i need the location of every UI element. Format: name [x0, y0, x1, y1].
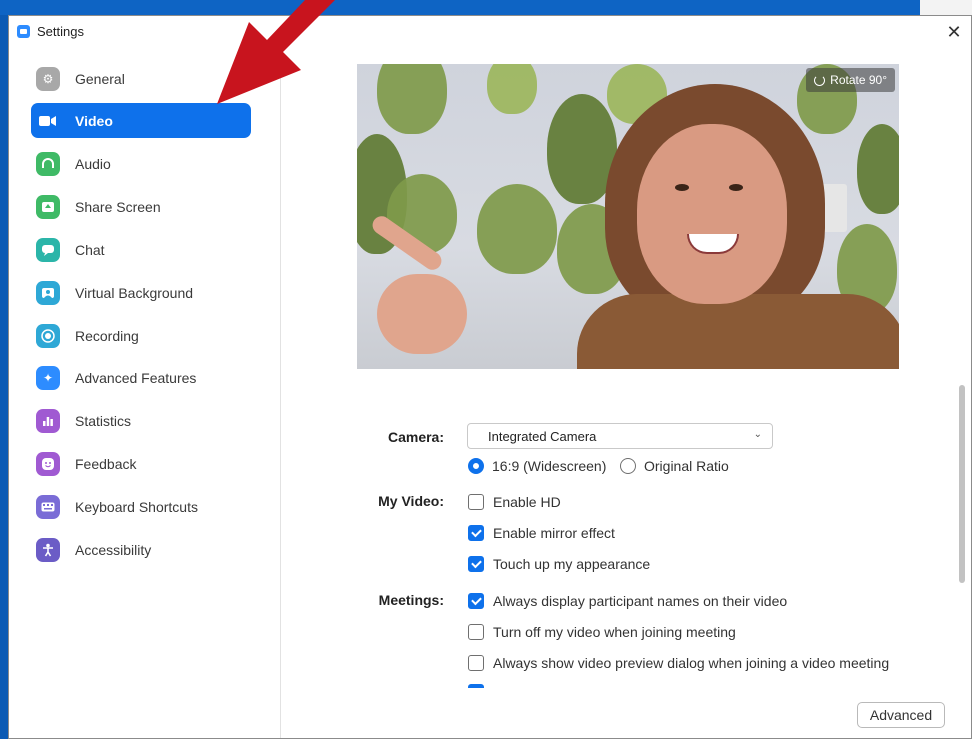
sidebar-item-label: Video: [75, 112, 113, 129]
sidebar-item-accessibility[interactable]: Accessibility: [31, 532, 251, 567]
sidebar-item-advanced-features[interactable]: ✦ Advanced Features: [31, 360, 251, 395]
sidebar-item-recording[interactable]: Recording: [31, 318, 251, 353]
rotate-label: Rotate 90°: [830, 73, 887, 87]
meetings-label: Meetings:: [378, 592, 444, 608]
sidebar-item-label: Recording: [75, 327, 139, 344]
video-preview-option[interactable]: Always show video preview dialog when jo…: [468, 655, 889, 671]
rotate-icon: [814, 74, 826, 86]
wallpaper-cactus: [377, 64, 447, 134]
share-screen-icon: [36, 194, 60, 219]
radio-label: 16:9 (Widescreen): [492, 458, 607, 474]
sidebar-item-label: Accessibility: [75, 541, 152, 558]
title-bar: Settings ✕: [9, 16, 971, 48]
sidebar-item-virtual-background[interactable]: Virtual Background: [31, 275, 251, 310]
wallpaper-cactus: [477, 184, 557, 274]
wallpaper-cactus: [487, 64, 537, 114]
sparkle-icon: ✦: [36, 365, 60, 390]
wallpaper-cactus: [857, 124, 899, 214]
chevron-down-icon: ⌄: [753, 429, 762, 440]
scrollbar-thumb[interactable]: [959, 385, 965, 583]
checkbox-label: Touch up my appearance: [493, 556, 651, 572]
sidebar-item-label: Statistics: [75, 412, 132, 429]
rotate-button[interactable]: Rotate 90°: [806, 68, 895, 92]
sidebar-item-label: Keyboard Shortcuts: [75, 498, 198, 515]
person-face: [637, 124, 787, 304]
person-shirt: [577, 294, 899, 369]
bar-chart-icon: [36, 408, 60, 433]
sidebar-item-label: Audio: [75, 155, 111, 172]
checkbox-label: Enable HD: [493, 494, 561, 510]
sidebar-item-keyboard-shortcuts[interactable]: Keyboard Shortcuts: [31, 489, 251, 524]
checkbox-label: Turn off my video when joining meeting: [493, 624, 736, 640]
person-eye: [675, 184, 689, 191]
sidebar-item-statistics[interactable]: Statistics: [31, 403, 251, 438]
sidebar-item-label: Feedback: [75, 455, 137, 472]
video-camera-icon: [36, 109, 60, 133]
headphones-icon: [36, 151, 60, 176]
display-names-option[interactable]: Always display participant names on thei…: [468, 593, 787, 609]
video-preview-checkbox[interactable]: [468, 655, 484, 671]
video-settings-panel: Rotate 90° Camera: Integrated Camera ⌄ 1…: [282, 48, 971, 738]
sidebar-item-audio[interactable]: Audio: [31, 146, 251, 181]
smiley-icon: [36, 451, 60, 476]
chat-icon: [36, 237, 60, 262]
sidebar-item-feedback[interactable]: Feedback: [31, 446, 251, 481]
close-icon[interactable]: ✕: [941, 20, 967, 44]
virtual-background-icon: [36, 280, 60, 305]
partial-checkbox[interactable]: [468, 684, 484, 688]
touch-up-checkbox[interactable]: [468, 556, 484, 572]
sidebar-item-label: Chat: [75, 241, 105, 258]
settings-window: Settings ✕ ⚙ General Video Audio Share S…: [8, 15, 972, 739]
settings-sidebar: ⚙ General Video Audio Share Screen Chat …: [9, 48, 281, 738]
zoom-app-icon: [17, 25, 30, 38]
turn-off-video-checkbox[interactable]: [468, 624, 484, 640]
checkbox-label: Enable mirror effect: [493, 525, 615, 541]
person-hand: [377, 274, 467, 354]
camera-select[interactable]: Integrated Camera ⌄: [467, 423, 773, 449]
display-names-checkbox[interactable]: [468, 593, 484, 609]
gear-icon: ⚙: [36, 66, 60, 91]
window-title: Settings: [37, 24, 84, 39]
radio-original-ratio[interactable]: [620, 458, 636, 474]
advanced-button[interactable]: Advanced: [857, 702, 945, 728]
sidebar-item-chat[interactable]: Chat: [31, 232, 251, 267]
keyboard-icon: [36, 494, 60, 519]
checkbox-label: Always show video preview dialog when jo…: [493, 655, 890, 671]
desktop-background: [0, 0, 972, 15]
checkbox-label: Always display participant names on thei…: [493, 593, 788, 609]
camera-preview: Rotate 90°: [357, 64, 899, 369]
camera-label: Camera:: [387, 429, 444, 445]
sidebar-item-share-screen[interactable]: Share Screen: [31, 189, 251, 224]
sidebar-item-label: Advanced Features: [75, 369, 197, 386]
radio-label: Original Ratio: [644, 458, 729, 474]
accessibility-icon: [36, 537, 60, 562]
turn-off-video-option[interactable]: Turn off my video when joining meeting: [468, 624, 736, 640]
touch-up-option[interactable]: Touch up my appearance: [468, 556, 650, 572]
desktop-window-edge: [920, 0, 972, 15]
person-eye: [729, 184, 743, 191]
mirror-effect-checkbox[interactable]: [468, 525, 484, 541]
sidebar-item-label: Virtual Background: [75, 284, 194, 301]
partially-visible-option[interactable]: [468, 684, 888, 688]
sidebar-item-label: Share Screen: [75, 198, 161, 215]
enable-hd-checkbox[interactable]: [468, 494, 484, 510]
enable-hd-option[interactable]: Enable HD: [468, 494, 561, 510]
my-video-label: My Video:: [378, 493, 444, 509]
sidebar-item-label: General: [75, 70, 125, 87]
radio-widescreen[interactable]: [468, 458, 484, 474]
aspect-ratio-original[interactable]: Original Ratio: [620, 458, 729, 474]
mirror-effect-option[interactable]: Enable mirror effect: [468, 525, 615, 541]
red-annotation-arrow: [217, 0, 335, 104]
aspect-ratio-widescreen[interactable]: 16:9 (Widescreen): [468, 458, 606, 474]
recording-icon: [36, 323, 60, 348]
camera-select-value: Integrated Camera: [488, 428, 597, 444]
